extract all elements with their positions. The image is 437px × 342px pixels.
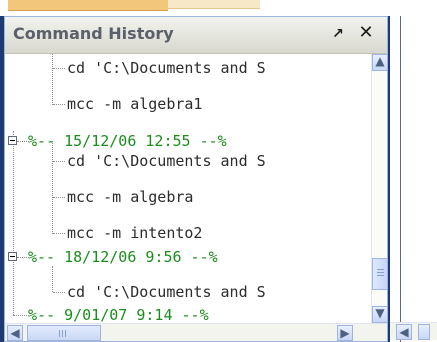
command-history-panel: Command History ↗ ✕ cd 'C:\Documents and…: [4, 16, 388, 342]
history-command[interactable]: cd 'C:\Documents and S: [67, 58, 266, 78]
right-panel-edge: ◀: [390, 16, 437, 342]
tree-line: [53, 292, 65, 293]
close-icon[interactable]: ✕: [357, 24, 375, 42]
collapse-toggle[interactable]: [8, 252, 17, 261]
history-session-header[interactable]: %-- 18/12/06 9:56 --%: [28, 247, 218, 267]
scroll-right-button[interactable]: ▶: [337, 325, 353, 341]
history-session-header[interactable]: %-- 15/12/06 12:55 --%: [28, 131, 227, 151]
vertical-scrollbar[interactable]: ▲ ▼: [371, 54, 388, 323]
history-command[interactable]: mcc -m intento2: [67, 223, 202, 243]
tree-line: [52, 54, 53, 105]
right-scroll-thumb-stub[interactable]: [418, 324, 430, 340]
right-scroll-left-button[interactable]: ◀: [396, 324, 412, 340]
history-command[interactable]: mcc -m algebra: [67, 187, 193, 207]
top-tab-inactive[interactable]: [168, 0, 260, 9]
history-command[interactable]: cd 'C:\Documents and S: [67, 282, 266, 302]
collapse-toggle[interactable]: [8, 136, 17, 145]
panel-titlebar: Command History ↗ ✕: [5, 17, 387, 54]
undock-icon[interactable]: ↗: [330, 26, 346, 42]
tree-line: [52, 141, 53, 234]
right-horizontal-scrollbar[interactable]: ◀: [390, 322, 437, 340]
tree-line: [13, 315, 29, 316]
tree-line: [52, 266, 53, 292]
vertical-scroll-thumb[interactable]: [372, 258, 388, 290]
history-command[interactable]: mcc -m algebra1: [67, 94, 202, 114]
history-session-header[interactable]: %-- 9/01/07 9:14 --%: [28, 305, 209, 323]
horizontal-scrollbar[interactable]: ◀ ▶: [5, 323, 387, 341]
top-strip: [0, 0, 437, 16]
tree-line: [53, 197, 65, 198]
tree-line: [53, 161, 65, 162]
top-tab-active[interactable]: [8, 0, 168, 11]
panel-title: Command History: [13, 24, 174, 43]
tree-line: [53, 233, 65, 234]
tree-line: [53, 104, 65, 105]
scroll-left-button[interactable]: ◀: [7, 325, 23, 341]
tree-line: [53, 68, 65, 69]
scroll-up-button[interactable]: ▲: [372, 54, 388, 71]
horizontal-scroll-thumb[interactable]: [27, 325, 101, 341]
right-panel-divider: [400, 16, 401, 342]
history-command[interactable]: cd 'C:\Documents and S: [67, 151, 266, 171]
history-list: cd 'C:\Documents and S mcc -m algebra1 %…: [5, 54, 371, 323]
scroll-down-button[interactable]: ▼: [372, 306, 388, 323]
